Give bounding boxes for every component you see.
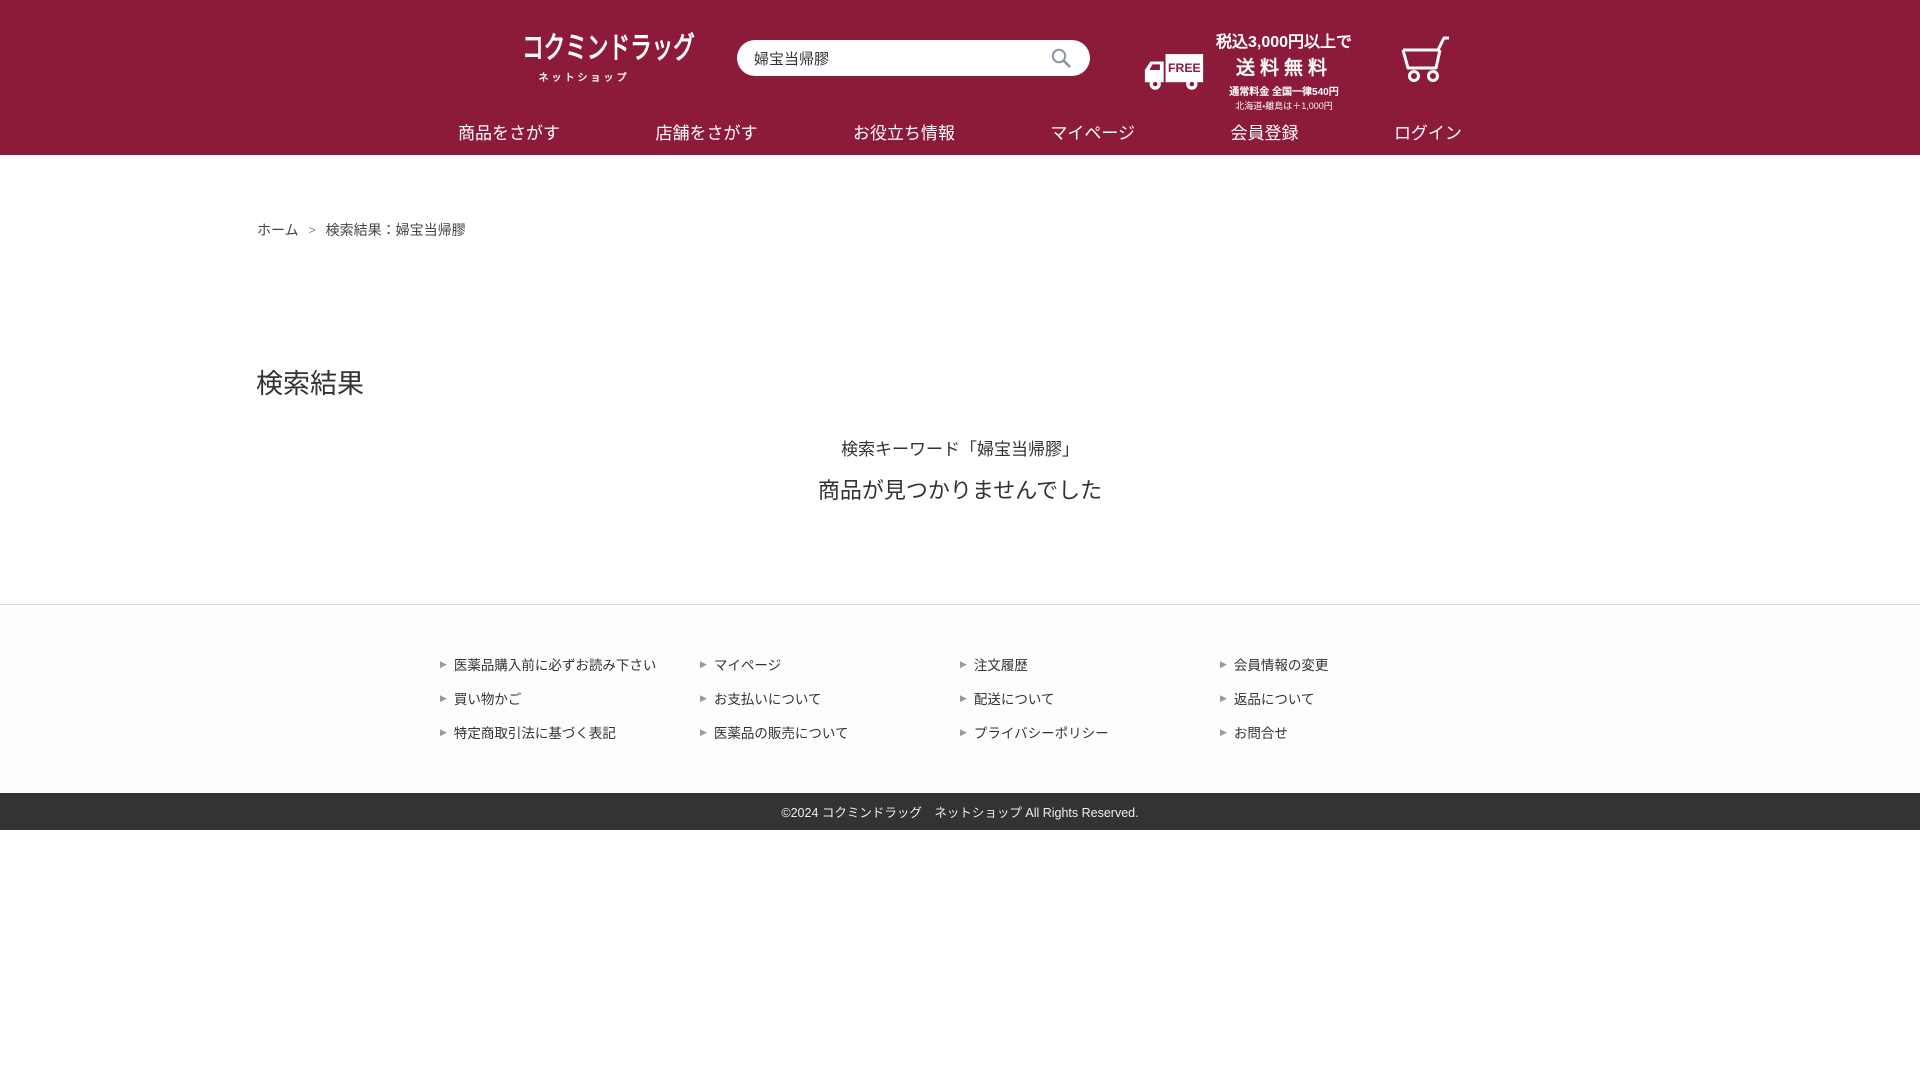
footer-link-shopping-cart[interactable]: ▶ 買い物かご — [440, 681, 700, 715]
no-results-message: 商品が見つかりませんでした — [817, 478, 1103, 503]
breadcrumb-current: 検索結果：婦宝当帰膠 — [325, 222, 466, 238]
shipping-remote-fee: 北海道・離島は＋1,000円 — [1235, 101, 1333, 111]
nav-item-register[interactable]: 会員登録 — [1230, 119, 1298, 144]
nav-item-info[interactable]: お役立ち情報 — [853, 119, 955, 144]
svg-text:FREE: FREE — [1168, 61, 1201, 75]
footer-link-label: 特定商取引法に基づく表記 — [453, 726, 616, 741]
arrow-right-icon: ▶ — [960, 726, 967, 737]
footer-link-label: 配送について — [973, 692, 1055, 707]
shipping-threshold: 税込3,000円以上で — [1215, 34, 1353, 51]
footer-link-payment[interactable]: ▶ お支払いについて — [700, 681, 960, 715]
arrow-right-icon: ▶ — [960, 658, 967, 669]
main-nav: 商品をさがす 店舗をさがす お役立ち情報 マイページ 会員登録 ログイン — [458, 112, 1462, 150]
arrow-right-icon: ▶ — [700, 692, 707, 703]
arrow-right-icon: ▶ — [700, 726, 707, 737]
nav-item-mypage[interactable]: マイページ — [1050, 119, 1135, 144]
footer-link-label: 医薬品購入前に必ずお読み下さい — [453, 658, 657, 673]
footer-link-label: プライバシーポリシー — [973, 726, 1109, 741]
copyright-bar: ©2024 コクミンドラッグ ネットショップ All Rights Reserv… — [0, 793, 1920, 830]
footer-links: ▶ 医薬品購入前に必ずお読み下さい ▶ 買い物かご ▶ 特定商取引法に基づく表記… — [440, 605, 1480, 749]
shipping-free-label: 送料無料 — [1235, 58, 1332, 79]
footer-link-drug-sales[interactable]: ▶ 医薬品の販売について — [700, 715, 960, 749]
nav-item-login[interactable]: ログイン — [1394, 119, 1462, 144]
arrow-right-icon: ▶ — [440, 692, 447, 703]
footer-link-label: 医薬品の販売について — [713, 726, 849, 741]
search-icon — [1050, 47, 1072, 69]
shipping-normal-fee: 通常料金 全国一律540円 — [1229, 87, 1339, 98]
nav-item-products[interactable]: 商品をさがす — [458, 119, 560, 144]
search-keyword-line: 検索キーワード「婦宝当帰膠」 — [841, 440, 1079, 459]
page: コクミンドラッグ ネットショップ FREE — [0, 0, 1920, 1080]
logo-title: コクミンドラッグ — [522, 32, 695, 65]
copyright-text: ©2024 コクミンドラッグ ネットショップ All Rights Reserv… — [781, 806, 1139, 820]
site-logo[interactable]: コクミンドラッグ ネットショップ — [498, 30, 695, 84]
arrow-right-icon: ▶ — [440, 726, 447, 737]
footer-link-label: お問合せ — [1233, 726, 1288, 741]
arrow-right-icon: ▶ — [1220, 658, 1227, 669]
page-title: 検索結果 — [256, 369, 364, 399]
footer-link-commercial-law[interactable]: ▶ 特定商取引法に基づく表記 — [440, 715, 700, 749]
footer-link-label: お支払いについて — [713, 692, 822, 707]
arrow-right-icon: ▶ — [700, 658, 707, 669]
footer-link-order-history[interactable]: ▶ 注文履歴 — [960, 647, 1220, 681]
footer-link-label: 返品について — [1233, 692, 1315, 707]
search-button[interactable] — [1050, 40, 1090, 76]
footer-link-privacy-policy[interactable]: ▶ プライバシーポリシー — [960, 715, 1220, 749]
nav-item-stores[interactable]: 店舗をさがす — [655, 119, 757, 144]
footer-link-drug-notice[interactable]: ▶ 医薬品購入前に必ずお読み下さい — [440, 647, 700, 681]
arrow-right-icon: ▶ — [1220, 726, 1227, 737]
footer-link-label: 注文履歴 — [973, 658, 1028, 673]
site-header: コクミンドラッグ ネットショップ FREE — [0, 0, 1920, 155]
site-footer: ▶ 医薬品購入前に必ずお読み下さい ▶ 買い物かご ▶ 特定商取引法に基づく表記… — [0, 604, 1920, 793]
breadcrumb: ホーム > 検索結果：婦宝当帰膠 — [257, 220, 466, 240]
footer-link-label: 買い物かご — [453, 692, 522, 707]
footer-link-delivery[interactable]: ▶ 配送について — [960, 681, 1220, 715]
arrow-right-icon: ▶ — [1220, 692, 1227, 703]
breadcrumb-separator: > — [308, 223, 316, 237]
footer-link-label: マイページ — [713, 658, 782, 673]
footer-link-label: 会員情報の変更 — [1233, 658, 1329, 673]
free-shipping-truck-icon: FREE — [1143, 46, 1205, 94]
footer-link-mypage[interactable]: ▶ マイページ — [700, 647, 960, 681]
search-box — [737, 40, 1090, 76]
free-shipping-banner: FREE 税込3,000円以上で 送料無料 通常料金 全国一律540円 北海道・… — [1143, 28, 1355, 112]
arrow-right-icon: ▶ — [960, 692, 967, 703]
footer-link-contact[interactable]: ▶ お問合せ — [1220, 715, 1480, 749]
breadcrumb-home-link[interactable]: ホーム — [257, 220, 299, 240]
cart-button[interactable] — [1393, 34, 1455, 86]
footer-link-returns[interactable]: ▶ 返品について — [1220, 681, 1480, 715]
cart-icon — [1393, 35, 1455, 85]
search-input[interactable] — [737, 49, 1050, 67]
free-shipping-text: 税込3,000円以上で 送料無料 通常料金 全国一律540円 北海道・離島は＋1… — [1213, 28, 1355, 112]
footer-link-member-info[interactable]: ▶ 会員情報の変更 — [1220, 647, 1480, 681]
logo-subtitle: ネットショップ — [538, 73, 630, 84]
arrow-right-icon: ▶ — [440, 658, 447, 669]
